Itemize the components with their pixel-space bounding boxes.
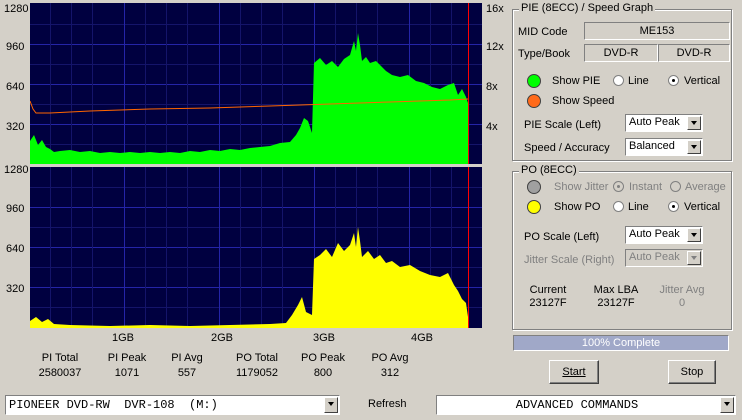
mid-code-label: MID Code [518, 26, 568, 38]
stat-value-po-total: 1179052 [235, 367, 278, 379]
speed-axis-label-16x: 16x [486, 3, 504, 15]
speed-color-swatch[interactable] [527, 94, 541, 108]
chevron-down-icon[interactable] [324, 397, 338, 413]
jitter-avg-label: Jitter Avg [659, 284, 705, 296]
show-jitter-label: Show Jitter [554, 181, 609, 193]
jitter-instant-label: Instant [629, 181, 663, 193]
show-pie-label[interactable]: Show PIE [552, 75, 600, 87]
jitter-average-label: Average [685, 181, 726, 193]
po-color-swatch[interactable] [527, 200, 541, 214]
pie-graph [30, 3, 482, 164]
pie-axis-label-960: 960 [6, 41, 25, 53]
pie-line-label[interactable]: Line [628, 75, 649, 87]
po-axis-label-320: 320 [6, 283, 25, 295]
jitter-color-swatch [527, 180, 541, 194]
po-scale-label: PO Scale (Left) [524, 231, 600, 243]
po-vertical-radio[interactable] [668, 201, 679, 212]
speed-accuracy-select[interactable]: Balanced [625, 138, 703, 156]
po-axis-label-1280: 1280 [4, 164, 29, 176]
stat-label-po-avg: PO Avg [371, 352, 409, 364]
pie-axis-label-320: 320 [6, 121, 25, 133]
book-value: DVD-R [658, 44, 730, 62]
pie-vertical-label[interactable]: Vertical [684, 75, 720, 87]
show-speed-label[interactable]: Show Speed [552, 95, 614, 107]
jitter-scale-select: Auto Peak [625, 249, 703, 267]
start-button-label: Start [562, 366, 586, 378]
x-axis-label-2gb: 2GB [211, 332, 234, 344]
progress-bar: 100% Complete [513, 335, 729, 351]
pie-axis-label-1280: 1280 [4, 3, 29, 15]
chevron-down-icon[interactable] [687, 228, 701, 242]
po-scale-select[interactable]: Auto Peak [625, 226, 703, 244]
advanced-commands-value: ADVANCED COMMANDS [515, 398, 639, 412]
chevron-down-icon[interactable] [687, 140, 701, 154]
pie-graph-svg [30, 3, 482, 164]
jitter-scale-value: Auto Peak [629, 251, 680, 263]
stat-value-po-peak: 800 [313, 367, 333, 379]
start-button[interactable]: Start [549, 360, 599, 384]
pie-line-radio[interactable] [613, 75, 624, 86]
stat-value-pi-avg: 557 [177, 367, 197, 379]
chevron-down-icon [687, 251, 701, 265]
show-po-label[interactable]: Show PO [554, 201, 600, 213]
po-axis-label-960: 960 [6, 203, 25, 215]
x-axis-label-1gb: 1GB [112, 332, 135, 344]
po-line-label[interactable]: Line [628, 201, 649, 213]
stat-value-pi-peak: 1071 [114, 367, 140, 379]
chevron-down-icon[interactable] [720, 397, 734, 413]
advanced-commands-select[interactable]: ADVANCED COMMANDS [436, 395, 736, 415]
stat-label-po-total: PO Total [236, 352, 278, 364]
po-axis-label-640: 640 [6, 243, 25, 255]
pie-scale-value: Auto Peak [629, 116, 680, 128]
po-line-radio[interactable] [613, 201, 624, 212]
stat-label-pi-peak: PI Peak [107, 352, 147, 364]
pie-vertical-radio[interactable] [668, 75, 679, 86]
po-scale-value: Auto Peak [629, 228, 680, 240]
jitter-avg-value: 0 [678, 297, 686, 309]
chevron-down-icon[interactable] [687, 116, 701, 130]
jitter-average-radio [670, 181, 681, 192]
jitter-scale-label: Jitter Scale (Right) [524, 254, 615, 266]
po-series [30, 227, 468, 328]
max-lba-label: Max LBA [593, 284, 639, 296]
po-graph [30, 167, 482, 328]
x-axis-label-4gb: 4GB [411, 332, 434, 344]
stat-label-pi-total: PI Total [41, 352, 79, 364]
pie-scale-select[interactable]: Auto Peak [625, 114, 703, 132]
po-graph-svg [30, 167, 482, 328]
pie-scale-label: PIE Scale (Left) [524, 119, 602, 131]
refresh-button-label[interactable]: Refresh [368, 398, 407, 410]
stop-button-label: Stop [680, 366, 704, 378]
stat-value-po-avg: 312 [380, 367, 400, 379]
po-group-title: PO (8ECC) [519, 164, 579, 176]
max-lba-value: 23127F [597, 297, 635, 309]
stat-label-po-peak: PO Peak [300, 352, 346, 364]
pie-color-swatch[interactable] [527, 74, 541, 88]
x-axis-label-3gb: 3GB [313, 332, 336, 344]
jitter-instant-radio [613, 181, 624, 192]
mid-code-value: ME153 [584, 22, 730, 40]
type-book-label: Type/Book [518, 48, 570, 60]
type-value: DVD-R [584, 44, 658, 62]
drive-select[interactable]: PIONEER DVD-RW DVR-108 (M:) [5, 395, 340, 415]
speed-axis-label-8x: 8x [486, 81, 498, 93]
stop-button[interactable]: Stop [668, 360, 716, 384]
stat-value-pi-total: 2580037 [38, 367, 82, 379]
current-value: 23127F [529, 297, 567, 309]
current-label: Current [529, 284, 567, 296]
stat-label-pi-avg: PI Avg [171, 352, 203, 364]
speed-axis-label-12x: 12x [486, 41, 504, 53]
drive-select-value: PIONEER DVD-RW DVR-108 (M:) [9, 398, 218, 412]
refresh-button[interactable]: Refresh [368, 398, 407, 410]
pie-group-title: PIE (8ECC) / Speed Graph [519, 2, 656, 14]
speed-accuracy-value: Balanced [629, 140, 675, 152]
po-vertical-label[interactable]: Vertical [684, 201, 720, 213]
speed-axis-label-4x: 4x [486, 121, 498, 133]
speed-accuracy-label: Speed / Accuracy [524, 142, 610, 154]
progress-text: 100% Complete [581, 337, 661, 349]
pie-axis-label-640: 640 [6, 81, 25, 93]
